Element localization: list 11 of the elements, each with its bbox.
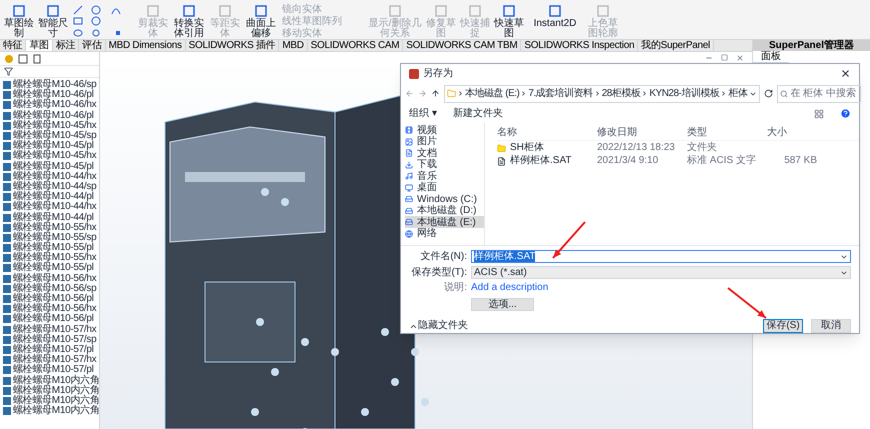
- file-type: 标准 ACIS 文字: [687, 155, 757, 168]
- file-type: 文件夹: [687, 142, 718, 154]
- field-label: 文件名(N):: [419, 250, 467, 262]
- filename-value: 样例柜体.SAT: [474, 251, 536, 262]
- field-label: 保存类型(T):: [410, 266, 467, 278]
- file-date: 2022/12/13 18:23: [597, 142, 676, 154]
- file-size: 587 KB: [783, 155, 817, 168]
- file-date: 2021/3/4 9:10: [597, 155, 660, 168]
- panel-title: SuperPanel管理器: [768, 40, 856, 51]
- dialog-title: 另存为: [423, 68, 453, 80]
- field-label: 说明:: [443, 282, 467, 294]
